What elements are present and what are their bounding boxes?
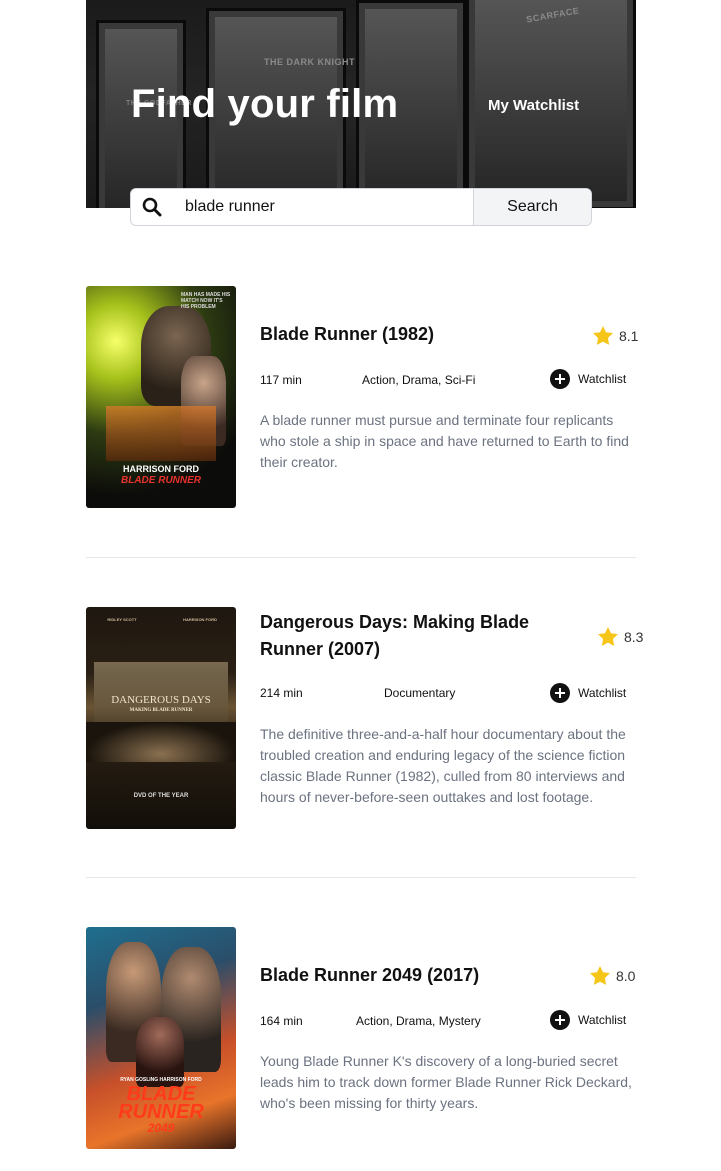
search-button[interactable]: Search [473,189,591,225]
movie-rating: 8.0 [590,966,635,985]
watchlist-label: Watchlist [578,372,627,386]
list-item: RIDLEY SCOTT HARRISON FORD DANGEROUS DAY… [86,607,643,829]
watchlist-label: Watchlist [578,686,627,700]
poster-credits-right: HARRISON FORD [183,617,217,622]
movie-poster[interactable]: RIDLEY SCOTT HARRISON FORD DANGEROUS DAY… [86,607,236,829]
search-input[interactable] [173,189,473,225]
movie-title[interactable]: Blade Runner (1982) [260,321,434,348]
rating-value: 8.3 [624,628,644,645]
poster-actor: HARRISON FORD [123,464,199,474]
poster-title: DANGEROUS DAYS [111,694,211,706]
search-icon [131,189,173,225]
star-icon [593,326,613,345]
poster-subtitle: MAKING BLADE RUNNER [129,708,193,713]
list-item: MAN HAS MADE HIS MATCH NOW IT'S HIS PROB… [86,286,638,508]
movie-title[interactable]: Blade Runner 2049 (2017) [260,962,479,989]
divider [86,557,636,558]
movie-description: Young Blade Runner K's discovery of a lo… [260,1053,632,1111]
poster-tagline: MAN HAS MADE HIS MATCH NOW IT'S HIS PROB… [181,292,231,310]
page-title: Find your film [131,82,399,126]
watchlist-label: Watchlist [578,1013,627,1027]
movie-genres: Action, Drama, Mystery [356,1014,481,1028]
star-icon [598,627,618,646]
poster-title-line3: 2049 [147,1121,175,1135]
movie-runtime: 164 min [260,1014,303,1028]
poster-footer: DVD OF THE YEAR [133,793,189,799]
poster-title-line2: RUNNER [118,1101,204,1123]
plus-circle-icon [550,683,570,703]
movie-title[interactable]: Dangerous Days: Making Blade Runner (200… [260,609,560,663]
movie-description: A blade runner must pursue and terminate… [260,412,629,470]
add-to-watchlist-button[interactable]: Watchlist [550,683,626,703]
rating-value: 8.1 [619,327,639,344]
movie-poster[interactable]: RYAN GOSLING HARRISON FORD BLADE RUNNER … [86,927,236,1149]
movie-poster[interactable]: MAN HAS MADE HIS MATCH NOW IT'S HIS PROB… [86,286,236,508]
add-to-watchlist-button[interactable]: Watchlist [550,1010,626,1030]
plus-circle-icon [550,1010,570,1030]
movie-genres: Documentary [384,686,456,700]
star-icon [590,966,610,985]
movie-rating: 8.1 [593,326,638,345]
movie-rating: 8.3 [598,627,643,646]
divider [86,877,636,878]
movie-runtime: 214 min [260,686,303,700]
movie-runtime: 117 min [260,373,302,387]
rating-value: 8.0 [616,967,636,984]
add-to-watchlist-button[interactable]: Watchlist [550,369,626,389]
poster-title: BLADE RUNNER [121,475,201,486]
movie-description: The definitive three-and-a-half hour doc… [260,726,626,805]
list-item: RYAN GOSLING HARRISON FORD BLADE RUNNER … [86,927,636,1149]
my-watchlist-link[interactable]: My Watchlist [488,97,579,114]
poster-credits-left: RIDLEY SCOTT [107,617,137,622]
plus-circle-icon [550,369,570,389]
search-bar: Search [130,188,592,226]
movie-genres: Action, Drama, Sci-Fi [362,373,476,387]
